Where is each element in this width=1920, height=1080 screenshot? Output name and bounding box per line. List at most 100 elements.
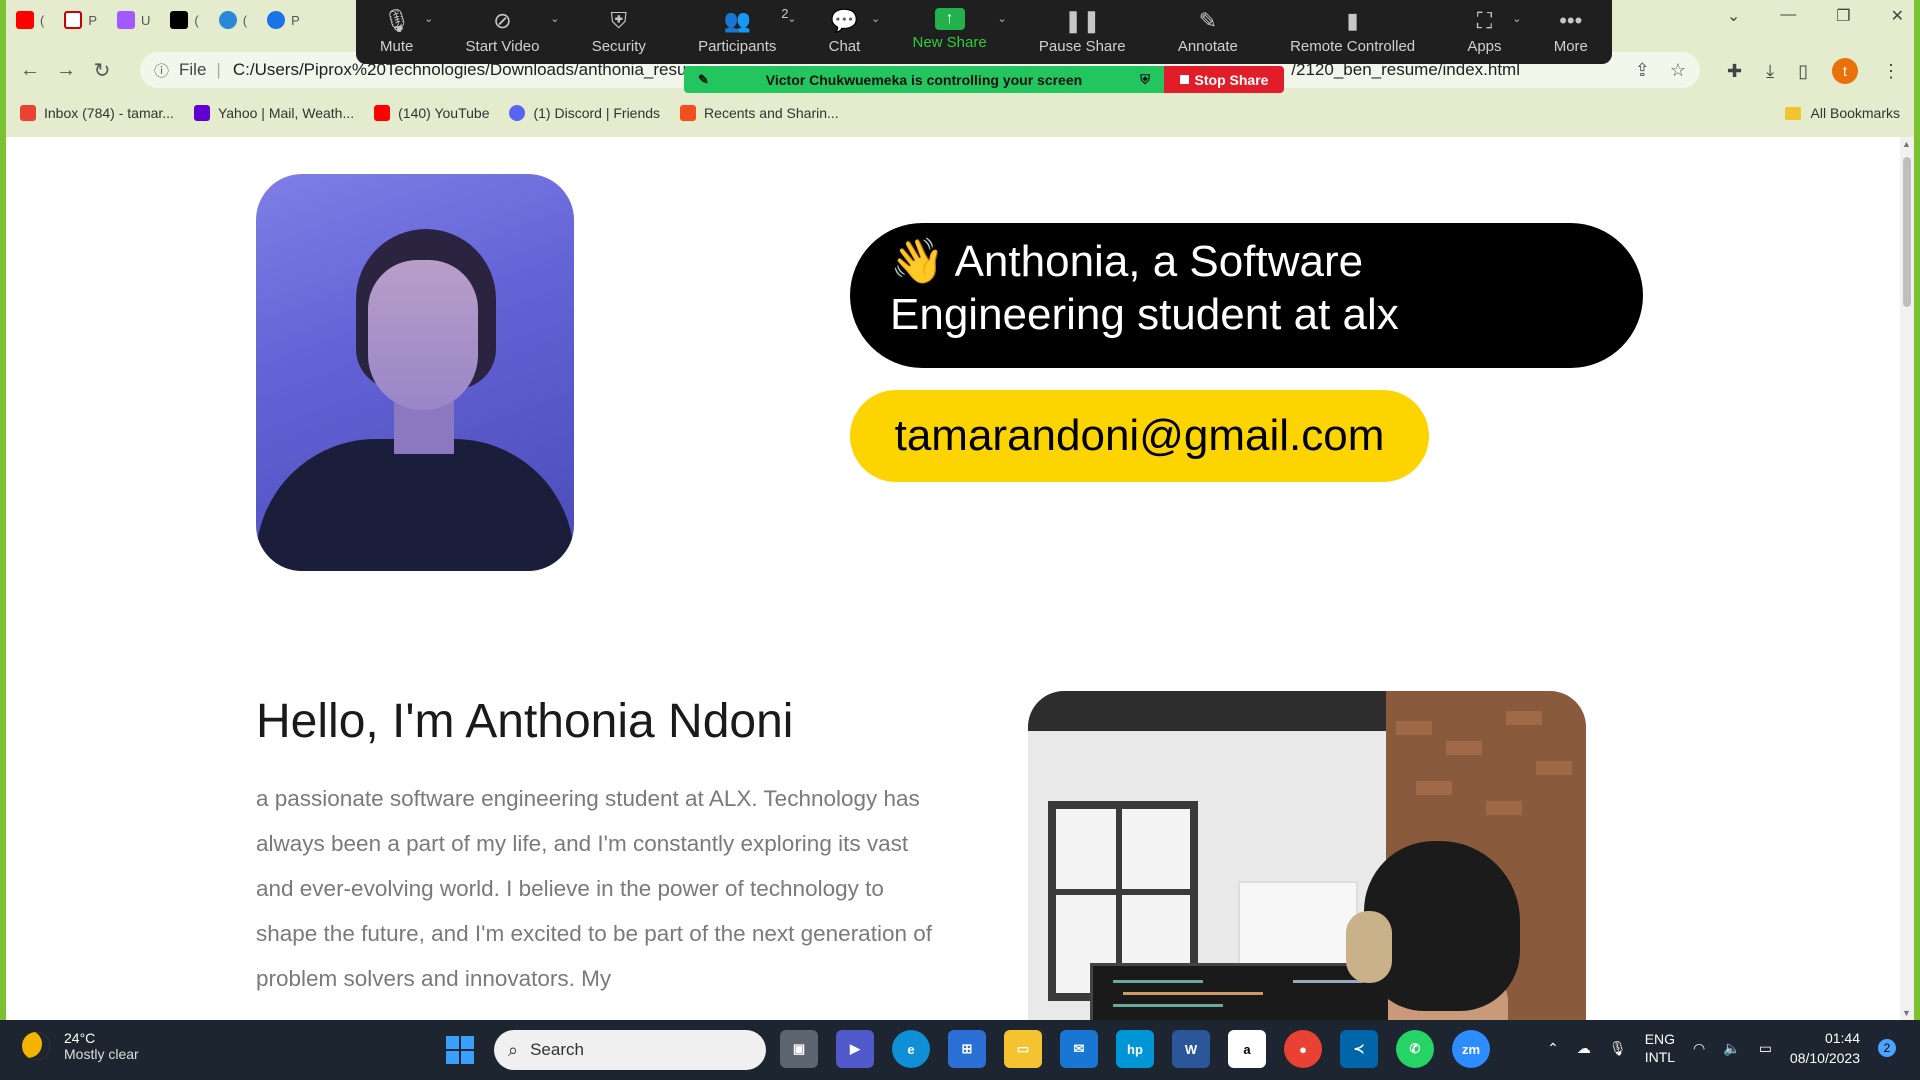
email-pill[interactable]: tamarandoni@gmail.com <box>850 390 1429 482</box>
document-icon <box>64 11 83 29</box>
scroll-thumb[interactable] <box>1903 157 1911 307</box>
apps-button[interactable]: ⛶ Apps ⌄ <box>1467 8 1521 55</box>
zoom-app-icon[interactable]: zm <box>1452 1030 1490 1068</box>
minimize-icon[interactable]: — <box>1780 6 1796 26</box>
headphones-icon <box>1346 911 1392 983</box>
annotate-button[interactable]: ✎ Annotate <box>1178 8 1238 55</box>
menu-icon[interactable]: ⋮ <box>1882 61 1900 82</box>
chevron-down-icon[interactable]: ⌄ <box>424 12 433 25</box>
scroll-up-icon[interactable]: ▲ <box>1902 139 1911 149</box>
tab-label: ( <box>242 12 248 28</box>
mute-button[interactable]: 🎙 Mute ⌄ <box>380 8 433 55</box>
more-button[interactable]: ••• More <box>1554 8 1588 55</box>
tab-search-icon[interactable]: ⌄ <box>1727 6 1740 26</box>
onedrive-icon[interactable]: ☁ <box>1577 1040 1591 1057</box>
chevron-down-icon[interactable]: ⌄ <box>1512 12 1521 25</box>
stop-share-button[interactable]: Stop Share <box>1164 66 1284 93</box>
remote-controlled-button[interactable]: ▮ Remote Controlled <box>1290 8 1415 55</box>
tab-youtube[interactable]: ( <box>6 0 54 40</box>
mute-label: Mute <box>380 38 414 55</box>
bookmark-discord[interactable]: (1) Discord | Friends <box>509 105 660 121</box>
chevron-down-icon[interactable]: ⌄ <box>550 12 559 25</box>
chat-button[interactable]: 💬 Chat ⌄ <box>829 8 881 55</box>
chevron-up-icon[interactable]: ⌃ <box>1547 1040 1559 1057</box>
taskbar-search[interactable]: ⌕ Search <box>494 1030 766 1070</box>
mouse-icon: ▮ <box>1346 8 1359 33</box>
bookmark-youtube[interactable]: (140) YouTube <box>374 105 489 121</box>
new-share-button[interactable]: ↑ New Share ⌄ <box>913 8 1007 51</box>
hero-line-2: Engineering student at alx <box>890 290 1399 339</box>
time: 01:44 <box>1824 1030 1860 1046</box>
forward-icon[interactable]: → <box>48 59 84 82</box>
close-icon[interactable]: ✕ <box>1891 6 1904 26</box>
word-icon[interactable]: W <box>1172 1030 1210 1068</box>
mail-icon[interactable]: ✉ <box>1060 1030 1098 1068</box>
chevron-down-icon[interactable]: ⌄ <box>871 12 880 25</box>
sidepanel-icon[interactable]: ▯ <box>1798 61 1808 82</box>
tab-document[interactable]: P <box>54 0 107 40</box>
security-label: Security <box>591 38 646 55</box>
amazon-icon[interactable]: a <box>1228 1030 1266 1068</box>
vscode-icon[interactable]: ≺ <box>1340 1030 1378 1068</box>
whatsapp-icon[interactable]: ✆ <box>1396 1030 1434 1068</box>
window-controls: ⌄ — ❐ ✕ <box>1727 6 1904 26</box>
wifi-icon[interactable]: ◠ <box>1693 1040 1705 1057</box>
store-icon[interactable]: ⊞ <box>948 1030 986 1068</box>
remote-control-banner: ✎ Victor Chukwuemeka is controlling your… <box>684 66 1164 93</box>
pencil-icon: ✎ <box>698 71 709 87</box>
reload-icon[interactable]: ↻ <box>84 58 120 83</box>
microphone-icon[interactable]: 🎙 <box>1609 1040 1627 1057</box>
profile-avatar[interactable]: t <box>1832 58 1858 84</box>
edge-icon[interactable]: e <box>892 1030 930 1068</box>
separator: | <box>216 60 221 79</box>
workspace-photo <box>1028 691 1586 1020</box>
start-video-button[interactable]: ⊘ Start Video ⌄ <box>465 8 560 55</box>
more-label: More <box>1553 38 1588 55</box>
share-icon[interactable]: ⇪ <box>1635 60 1650 81</box>
participants-button[interactable]: 👥 2 Participants ⌄ <box>698 6 796 55</box>
pause-share-button[interactable]: ❚❚ Pause Share <box>1039 8 1126 55</box>
hero-intro-pill: 👋 Anthonia, a Software Engineering stude… <box>850 223 1643 368</box>
restore-icon[interactable]: ❐ <box>1836 6 1850 26</box>
back-icon[interactable]: ← <box>12 59 48 82</box>
security-button[interactable]: ⛨ Security <box>592 8 646 55</box>
chevron-down-icon[interactable]: ⌄ <box>787 12 796 25</box>
info-icon[interactable]: ⓘ <box>154 60 169 81</box>
clock[interactable]: 01:44 08/10/2023 <box>1790 1028 1860 1068</box>
tab-zoom[interactable]: P <box>257 0 310 40</box>
tab-discord[interactable]: ( <box>209 0 257 40</box>
task-view-icon[interactable]: ▣ <box>780 1030 818 1068</box>
participants-label: Participants <box>698 38 777 55</box>
bookmark-yahoo[interactable]: Yahoo | Mail, Weath... <box>193 105 354 121</box>
bookmark-gmail[interactable]: Inbox (784) - tamar... <box>20 105 174 121</box>
tab-x[interactable]: ( <box>160 0 208 40</box>
search-label: Search <box>530 1040 584 1059</box>
scroll-down-icon[interactable]: ▼ <box>1902 1008 1911 1018</box>
volume-icon[interactable]: 🔈 <box>1723 1040 1740 1057</box>
language-indicator[interactable]: ENG INTL <box>1645 1030 1675 1066</box>
star-icon[interactable]: ☆ <box>1670 60 1686 81</box>
page-scrollbar[interactable]: ▲ ▼ <box>1900 137 1914 1020</box>
download-icon[interactable]: ⤓ <box>1766 61 1774 82</box>
weather-widget[interactable]: 24°C Mostly clear <box>22 1030 139 1062</box>
start-video-label: Start Video <box>465 38 540 55</box>
bio-paragraph: a passionate software engineering studen… <box>256 786 932 991</box>
bookmark-label: Inbox (784) - tamar... <box>44 105 174 121</box>
start-button[interactable] <box>446 1036 474 1064</box>
chevron-down-icon[interactable]: ⌄ <box>997 12 1006 25</box>
all-bookmarks[interactable]: All Bookmarks <box>1784 98 1900 128</box>
battery-icon[interactable]: ▭ <box>1759 1040 1772 1057</box>
bookmark-figma[interactable]: Recents and Sharin... <box>680 105 839 121</box>
pause-share-label: Pause Share <box>1038 38 1126 55</box>
pencil-icon: ✎ <box>1198 8 1218 33</box>
email-text: tamarandoni@gmail.com <box>894 411 1385 460</box>
extensions-icon[interactable]: ✚ <box>1727 61 1742 82</box>
file-explorer-icon[interactable]: ▭ <box>1004 1030 1042 1068</box>
pinned-apps: ▣ ▶ e ⊞ ▭ ✉ hp W a ● ≺ ✆ zm <box>780 1030 1490 1068</box>
teams-icon[interactable]: ▶ <box>836 1030 874 1068</box>
tab-figma[interactable]: U <box>107 0 160 40</box>
notification-badge[interactable]: 2 <box>1878 1039 1896 1057</box>
myhp-icon[interactable]: hp <box>1116 1030 1154 1068</box>
chrome-icon[interactable]: ● <box>1284 1030 1322 1068</box>
apps-icon: ⛶ <box>1476 8 1493 33</box>
